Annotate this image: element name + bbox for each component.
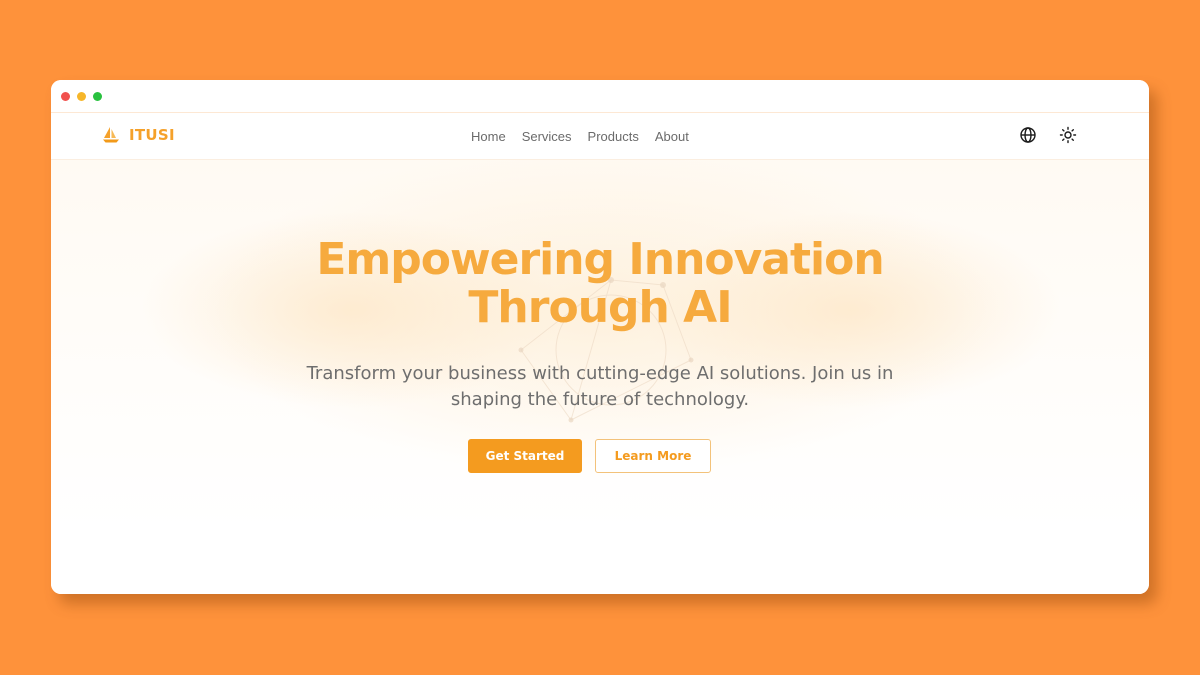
hero-title-line-2: Through AI xyxy=(468,282,732,333)
hero-subtitle: Transform your business with cutting-edg… xyxy=(250,361,950,413)
globe-icon[interactable] xyxy=(1019,126,1037,144)
brand-name: ITUSI xyxy=(129,126,175,144)
brand-logo-link[interactable]: ITUSI xyxy=(101,125,175,145)
close-window-dot[interactable] xyxy=(61,92,70,101)
learn-more-button[interactable]: Learn More xyxy=(595,439,711,473)
browser-window: ITUSI Home Services Products About Empow… xyxy=(51,80,1149,594)
sun-icon[interactable] xyxy=(1059,126,1077,144)
hero-subtitle-line-1: Transform your business with cutting-edg… xyxy=(306,363,894,384)
nav-home-link[interactable]: Home xyxy=(471,129,506,144)
maximize-window-dot[interactable] xyxy=(93,92,102,101)
page-background: ITUSI Home Services Products About Empow… xyxy=(0,0,1200,675)
main-navigation: Home Services Products About xyxy=(471,113,689,159)
window-titlebar xyxy=(51,80,1149,113)
hero-subtitle-line-2: shaping the future of technology. xyxy=(450,389,750,410)
minimize-window-dot[interactable] xyxy=(77,92,86,101)
sailboat-icon xyxy=(103,127,119,143)
get-started-button[interactable]: Get Started xyxy=(468,439,582,473)
nav-about-link[interactable]: About xyxy=(655,129,689,144)
site-navbar: ITUSI Home Services Products About xyxy=(51,113,1149,160)
nav-products-link[interactable]: Products xyxy=(588,129,639,144)
hero-title: Empowering Innovation Through AI xyxy=(51,236,1149,332)
hero-section: Empowering Innovation Through AI Transfo… xyxy=(51,160,1149,594)
nav-services-link[interactable]: Services xyxy=(522,129,572,144)
hero-title-line-1: Empowering Innovation xyxy=(316,234,884,285)
